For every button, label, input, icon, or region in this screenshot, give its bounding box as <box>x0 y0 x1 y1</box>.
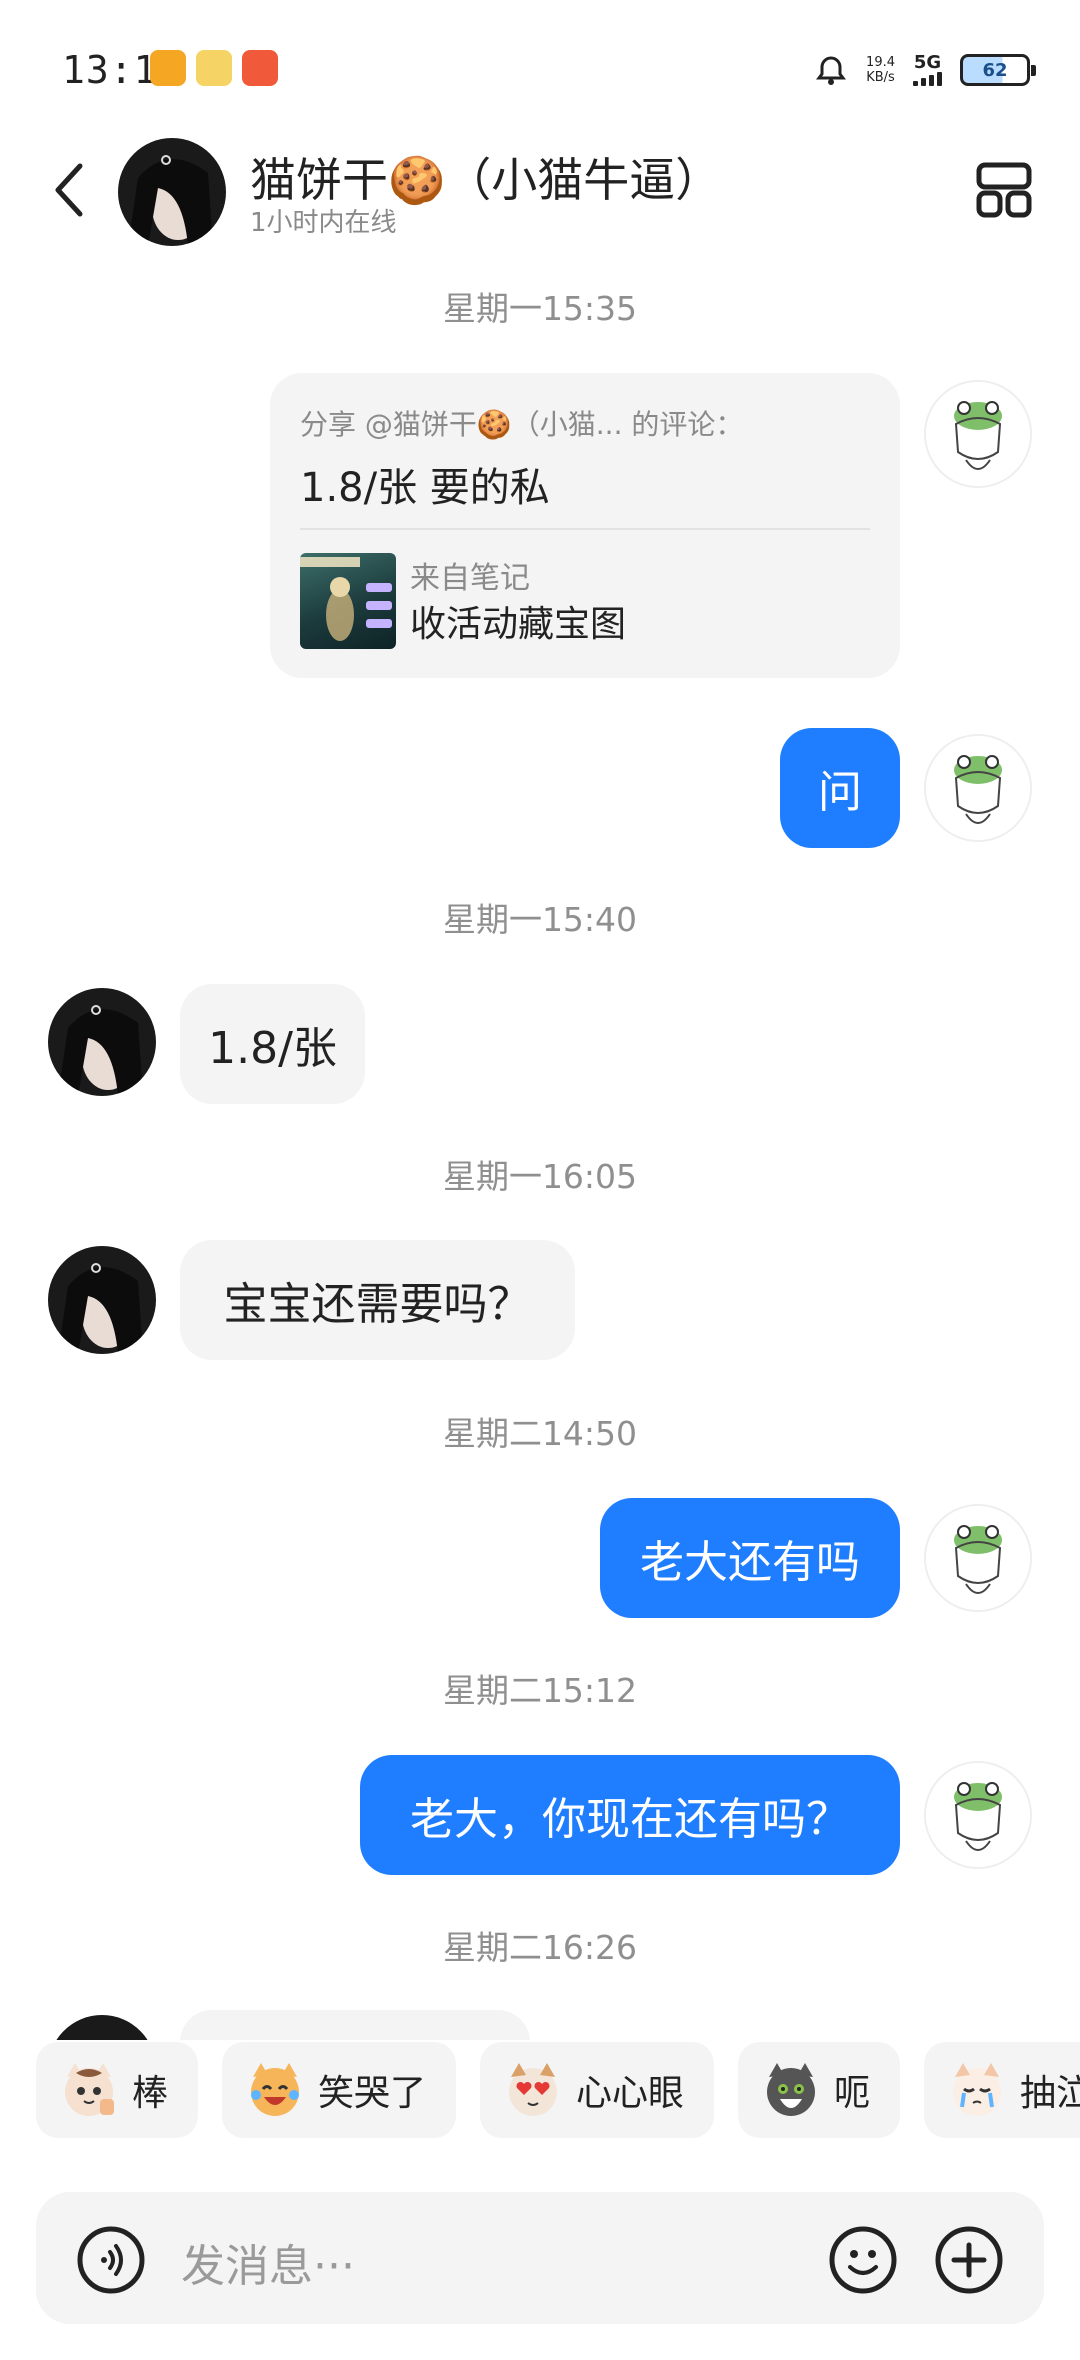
share-title: 分享 @猫饼干🍪（小猫... 的评论： <box>300 408 744 441</box>
divider <box>300 528 870 530</box>
status-bar: 13:11 19.4 KB/s 5G 62 <box>0 0 1080 140</box>
reaction-sob[interactable]: 抽泣 <box>924 2042 1080 2138</box>
contact-name[interactable]: 猫饼干🍪（小猫牛逼） <box>250 144 721 210</box>
reaction-speechless[interactable]: 呃 <box>738 2042 900 2138</box>
reaction-label: 棒 <box>132 2073 169 2114</box>
layout-grid-icon[interactable] <box>976 162 1032 218</box>
network-speed-value: 19.4 <box>866 55 895 70</box>
battery-level: 62 <box>982 59 1008 81</box>
message-bubble-received[interactable]: 宝宝还需要吗？ <box>180 1240 575 1360</box>
message-input[interactable]: 发消息··· <box>181 2230 355 2294</box>
back-arrow-icon[interactable] <box>48 160 88 220</box>
reaction-thumbs-up[interactable]: 棒 <box>36 2042 198 2138</box>
reaction-label: 笑哭了 <box>318 2073 427 2114</box>
signal-bars-icon <box>913 72 942 86</box>
app-notification-icon <box>150 50 186 86</box>
my-avatar[interactable] <box>924 1761 1032 1869</box>
cat-laugh-cry-icon <box>251 2063 299 2116</box>
signal-indicator: 5G <box>913 54 942 86</box>
timestamp: 星期二15:12 <box>442 1671 638 1710</box>
shared-comment-card[interactable]: 分享 @猫饼干🍪（小猫... 的评论： 1.8/张 要的私 来自笔记 收活动藏宝… <box>270 373 900 678</box>
app-notification-icon <box>196 50 232 86</box>
my-avatar[interactable] <box>924 1504 1032 1612</box>
emoji-icon[interactable] <box>828 2225 898 2295</box>
my-avatar[interactable] <box>924 734 1032 842</box>
reaction-heart-eyes[interactable]: 心心眼 <box>480 2042 714 2138</box>
message-input-bar: 发消息··· <box>36 2192 1044 2324</box>
timestamp: 星期二14:50 <box>442 1414 638 1453</box>
voice-input-icon[interactable] <box>76 2225 146 2295</box>
contact-avatar[interactable] <box>48 1246 156 1354</box>
alarm-icon <box>816 56 847 85</box>
message-bubble-sent[interactable]: 老大还有吗 <box>600 1498 900 1618</box>
status-indicators: 19.4 KB/s 5G 62 <box>814 48 1036 92</box>
reaction-label: 抽泣 <box>1020 2073 1080 2114</box>
timestamp: 星期一15:35 <box>442 289 638 328</box>
plus-icon[interactable] <box>934 2225 1004 2295</box>
timestamp: 星期二16:26 <box>442 1928 638 1967</box>
timestamp: 星期一15:40 <box>442 900 638 939</box>
network-speed: 19.4 KB/s <box>866 55 895 85</box>
timestamp: 星期一16:05 <box>442 1157 638 1196</box>
message-bubble-sent[interactable]: 老大，你现在还有吗？ <box>360 1755 900 1875</box>
cat-thumbs-up-icon <box>65 2063 114 2116</box>
cat-sob-icon <box>953 2063 1001 2116</box>
message-bubble-sent[interactable]: 问 <box>780 728 900 848</box>
message-bubble-received[interactable]: 1.8/张 <box>180 984 365 1104</box>
my-avatar[interactable] <box>924 380 1032 488</box>
network-type: 5G <box>913 52 942 73</box>
chat-header: 猫饼干🍪（小猫牛逼） 1小时内在线 <box>0 130 1080 250</box>
quick-reaction-bar: 棒 笑哭了 心心眼 呃 抽泣 <box>0 2040 1080 2140</box>
reaction-label: 心心眼 <box>576 2073 685 2114</box>
share-text: 1.8/张 要的私 <box>300 465 550 511</box>
reaction-label: 呃 <box>834 2073 871 2114</box>
note-thumbnail[interactable] <box>300 553 396 649</box>
contact-avatar[interactable] <box>118 138 226 246</box>
reaction-laugh-cry[interactable]: 笑哭了 <box>222 2042 456 2138</box>
cat-heart-eyes-icon <box>509 2063 557 2116</box>
online-status: 1小时内在线 <box>250 208 397 238</box>
cat-speechless-icon <box>767 2063 815 2116</box>
note-title: 收活动藏宝图 <box>410 604 627 645</box>
contact-avatar[interactable] <box>48 988 156 1096</box>
network-speed-unit: KB/s <box>866 70 895 85</box>
battery-icon: 62 <box>960 54 1036 86</box>
app-notification-icon <box>242 50 278 86</box>
note-source: 来自笔记 <box>410 561 530 596</box>
